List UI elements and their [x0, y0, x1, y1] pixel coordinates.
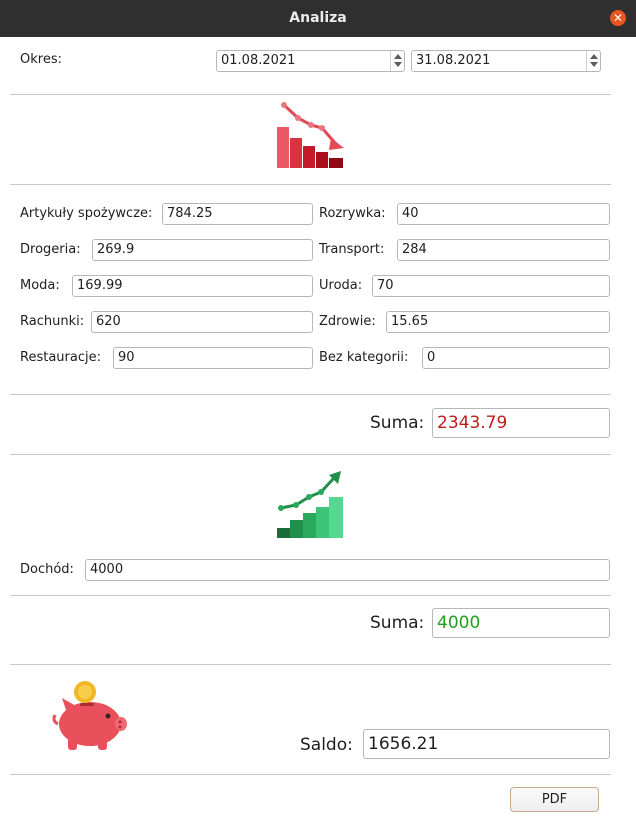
- divider: [10, 94, 611, 95]
- fashion-label: Moda:: [20, 278, 60, 293]
- groceries-label: Artykuły spożywcze:: [20, 206, 153, 221]
- divider: [10, 184, 611, 185]
- divider: [10, 454, 611, 455]
- spin-up-icon[interactable]: [590, 54, 598, 59]
- uncategorized-label: Bez kategorii:: [319, 350, 409, 365]
- date-from-value: 01.08.2021: [221, 53, 296, 68]
- chart-increase-icon: [277, 471, 343, 538]
- health-input[interactable]: 15.65: [386, 311, 610, 333]
- restaurants-input[interactable]: 90: [113, 347, 313, 369]
- chart-decrease-icon: [277, 102, 344, 168]
- balance-label: Saldo:: [300, 735, 353, 755]
- date-to-spinner[interactable]: [586, 51, 600, 71]
- pdf-export-button[interactable]: PDF: [510, 787, 599, 812]
- beauty-label: Uroda:: [319, 278, 363, 293]
- health-label: Zdrowie:: [319, 314, 376, 329]
- date-to-input[interactable]: 31.08.2021: [411, 50, 601, 72]
- spin-down-icon[interactable]: [394, 62, 402, 67]
- date-to-value: 31.08.2021: [416, 53, 491, 68]
- expense-sum-label: Suma:: [370, 413, 425, 433]
- divider: [10, 774, 611, 775]
- drugstore-label: Drogeria:: [20, 242, 81, 257]
- spin-up-icon[interactable]: [394, 54, 402, 59]
- income-sum-value[interactable]: 4000: [432, 608, 610, 638]
- fashion-input[interactable]: 169.99: [72, 275, 313, 297]
- uncategorized-input[interactable]: 0: [422, 347, 610, 369]
- expense-sum-value[interactable]: 2343.79: [432, 408, 610, 438]
- income-input[interactable]: 4000: [85, 559, 610, 581]
- entertainment-input[interactable]: 40: [397, 203, 610, 225]
- title-bar: Analiza ✕: [0, 0, 636, 37]
- restaurants-label: Restauracje:: [20, 350, 101, 365]
- divider: [10, 394, 611, 395]
- income-label: Dochód:: [20, 562, 74, 577]
- date-from-spinner[interactable]: [390, 51, 404, 71]
- bills-input[interactable]: 620: [91, 311, 313, 333]
- groceries-input[interactable]: 784.25: [162, 203, 313, 225]
- window-title: Analiza: [289, 10, 347, 26]
- piggy-bank-icon: [52, 681, 127, 750]
- balance-value[interactable]: 1656.21: [363, 729, 610, 759]
- divider: [10, 595, 611, 596]
- transport-label: Transport:: [319, 242, 385, 257]
- close-button[interactable]: ✕: [610, 10, 626, 26]
- divider: [10, 664, 611, 665]
- date-from-input[interactable]: 01.08.2021: [216, 50, 405, 72]
- income-sum-label: Suma:: [370, 613, 425, 633]
- close-icon: ✕: [612, 11, 624, 25]
- spin-down-icon[interactable]: [590, 62, 598, 67]
- transport-input[interactable]: 284: [397, 239, 610, 261]
- period-label: Okres:: [20, 52, 62, 67]
- beauty-input[interactable]: 70: [372, 275, 610, 297]
- bills-label: Rachunki:: [20, 314, 85, 329]
- drugstore-input[interactable]: 269.9: [92, 239, 313, 261]
- entertainment-label: Rozrywka:: [319, 206, 386, 221]
